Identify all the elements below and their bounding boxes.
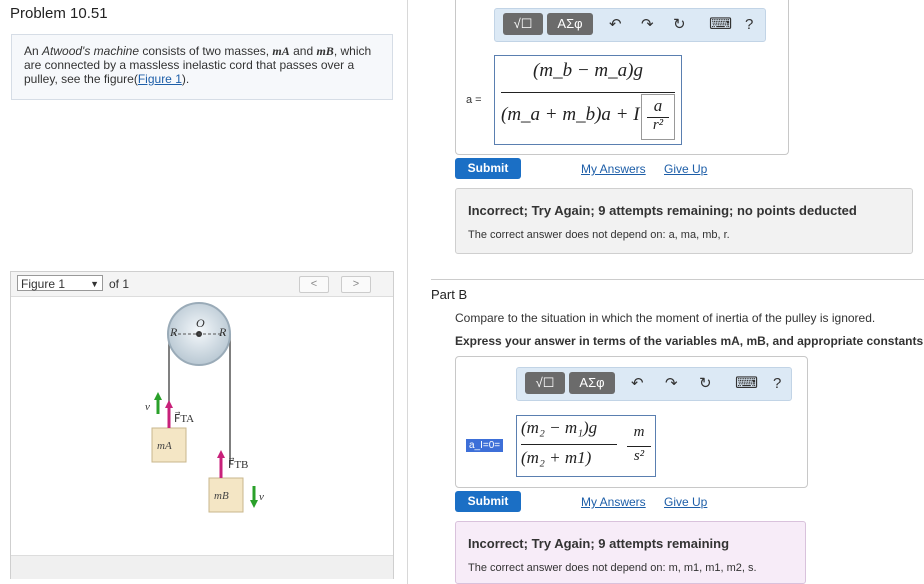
answer-label-a: a = [466,94,482,106]
my-answers-link-a[interactable]: My Answers [581,162,646,176]
keyboard-icon[interactable]: ⌨ [709,15,732,35]
problem-text: ). [181,72,190,86]
label-mass-b: mB [214,490,229,502]
label-tension-a: F⃗TA [174,411,194,425]
figure-toolbar: Figure 1 ▼ of 1 < > [11,272,393,297]
reset-icon[interactable]: ↻ [699,374,712,394]
velocity-b-arrowhead [250,500,258,508]
part-a-answer-box: √☐ ΑΣφ ↶ ↷ ↻ ⌨ ? a = (m_b − m_a)g (m_a +… [455,0,789,155]
mass-b-symbol: mB [316,44,334,58]
undo-icon[interactable]: ↶ [609,15,622,35]
label-o: O [196,316,205,330]
answer-label-b: a_I=0= [466,439,504,452]
prev-figure-button[interactable]: < [299,276,329,293]
problem-statement: An Atwood's machine consists of two mass… [11,34,393,100]
feedback-title-b: Incorrect; Try Again; 9 attempts remaini… [468,536,730,551]
problem-text: and [289,44,317,58]
feedback-title-a: Incorrect; Try Again; 9 attempts remaini… [468,203,857,218]
feedback-box-a: Incorrect; Try Again; 9 attempts remaini… [455,188,913,254]
numerator-b: (m₂ − m₁)g [521,418,598,437]
part-b-instructions: Express your answer in terms of the vari… [455,334,924,348]
chevron-down-icon: ▼ [90,279,99,289]
feedback-text-a: The correct answer does not depend on: a… [468,229,730,241]
help-icon[interactable]: ? [773,374,781,394]
part-b-prompt: Compare to the situation in which the mo… [455,311,876,325]
submit-button-a[interactable]: Submit [455,158,521,179]
submit-button-b[interactable]: Submit [455,491,521,512]
denominator-a: (m_a + m_b)a + I [501,104,640,125]
units-den: s² [633,448,645,464]
tension-a-arrowhead [165,400,173,408]
keyboard-icon[interactable]: ⌨ [735,374,758,394]
figure-select-value: Figure 1 [21,277,66,291]
figure-count: of 1 [109,277,130,291]
mass-a-symbol: mA [272,44,290,58]
symbols-button[interactable]: ΑΣφ [547,13,593,35]
math-toolbar-a: √☐ ΑΣφ ↶ ↷ ↻ ⌨ ? [494,8,766,42]
label-mass-a: mA [157,440,172,452]
fraction-bar-b [521,444,617,445]
give-up-link-b[interactable]: Give Up [664,495,707,509]
label-velocity-a: v [145,401,150,413]
inner-fraction-num: a [653,96,663,115]
label-r-left: R [169,325,178,339]
inner-fraction-box[interactable]: a r² [641,94,675,140]
feedback-box-b: Incorrect; Try Again; 9 attempts remaini… [455,521,806,584]
undo-icon[interactable]: ↶ [631,374,644,394]
problem-text: consists of two masses, [139,44,273,58]
tension-b-arrowhead [217,450,225,458]
next-figure-button[interactable]: > [341,276,371,293]
reset-icon[interactable]: ↻ [673,15,686,35]
label-velocity-b: v [259,491,264,503]
atwood-diagram: R O R mA F⃗TA v mB F⃗TB v [145,302,264,513]
templates-button[interactable]: √☐ [503,13,543,35]
figure-panel: Figure 1 ▼ of 1 < > R O R mA F⃗TA v mB F… [10,271,394,579]
part-divider [431,279,924,280]
figure-footer [11,555,393,579]
figure-link[interactable]: Figure 1 [138,72,182,86]
column-divider [407,0,408,584]
give-up-link-a[interactable]: Give Up [664,162,707,176]
units-bar [627,446,651,447]
part-b-answer-box: √☐ ΑΣφ ↶ ↷ ↻ ⌨ ? a_I=0= (m₂ − m₁)g (m₂ +… [455,356,808,488]
symbols-button[interactable]: ΑΣφ [569,372,615,394]
page-title: Problem 10.51 [10,5,108,22]
redo-icon[interactable]: ↷ [665,374,678,394]
label-tension-b: F⃗TB [228,457,248,471]
part-b-heading: Part B [431,287,468,302]
help-icon[interactable]: ? [745,15,753,35]
label-r-right: R [218,325,227,339]
fraction-bar-a [501,92,675,93]
feedback-text-b: The correct answer does not depend on: m… [468,562,757,574]
velocity-a-arrowhead [154,392,162,400]
denominator-b: (m₂ + m1) [521,448,592,467]
problem-text: An [24,44,43,58]
answer-input-a[interactable]: (m_b − m_a)g (m_a + m_b)a + I a r² [494,55,682,145]
my-answers-link-b[interactable]: My Answers [581,495,646,509]
math-toolbar-b: √☐ ΑΣφ ↶ ↷ ↻ ⌨ ? [516,367,792,401]
redo-icon[interactable]: ↷ [641,15,654,35]
answer-input-b[interactable]: (m₂ − m₁)g (m₂ + m1) m s² [516,415,656,477]
inner-fraction-den: r² [652,117,664,133]
templates-button[interactable]: √☐ [525,372,565,394]
figure-select[interactable]: Figure 1 ▼ [17,275,103,291]
numerator-a: (m_b − m_a)g [533,60,643,81]
problem-italic-term: Atwood's machine [42,44,140,58]
units-num: m [633,424,645,440]
